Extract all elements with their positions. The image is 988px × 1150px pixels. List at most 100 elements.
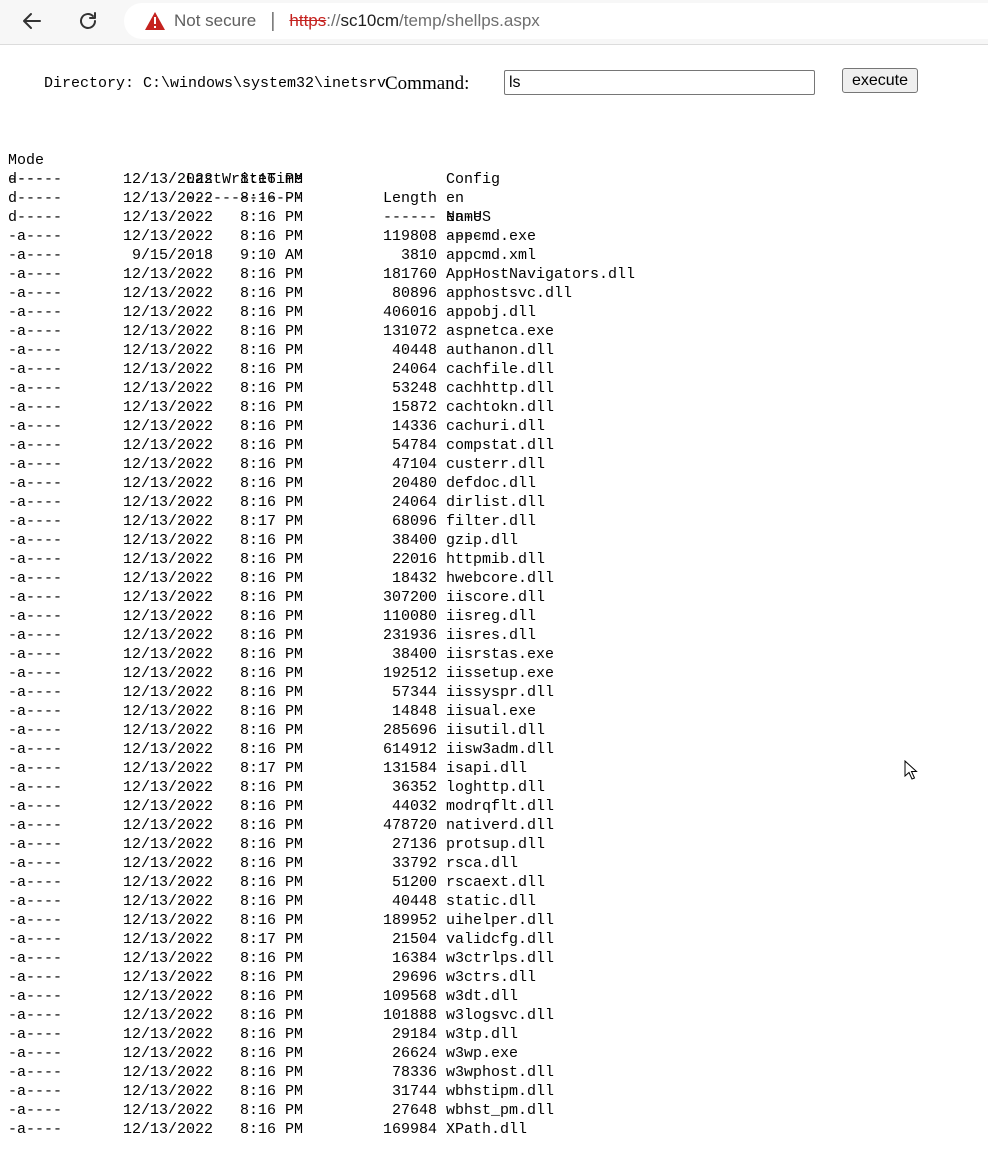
cell-date: 12/13/2022 <box>122 665 213 682</box>
table-row: -a---- 12/13/2022 8:16 PM 29184 w3tp.dll <box>8 1025 518 1044</box>
cell-name: validcfg.dll <box>446 931 555 948</box>
cell-name: appcmd.xml <box>446 247 537 264</box>
table-row: d----- 12/13/2022 8:16 PM en <box>8 189 464 208</box>
cell-length: 307200 <box>382 589 437 606</box>
cell-name: nativerd.dll <box>446 817 555 834</box>
cell-date: 12/13/2022 <box>122 646 213 663</box>
cell-date: 12/13/2022 <box>122 608 213 625</box>
cell-name: isapi.dll <box>446 760 528 777</box>
cell-length: 29184 <box>391 1026 437 1043</box>
cell-length: 16384 <box>391 950 437 967</box>
cell-length: 406016 <box>382 304 437 321</box>
cell-mode: -a---- <box>8 532 63 549</box>
back-button[interactable] <box>14 4 50 38</box>
cell-date: 12/13/2022 <box>122 817 213 834</box>
back-arrow-icon <box>23 13 41 29</box>
cell-length: 131072 <box>382 323 437 340</box>
cell-date: 12/13/2022 <box>122 209 213 226</box>
cell-date: 12/13/2022 <box>122 798 213 815</box>
table-row: -a---- 12/13/2022 8:16 PM 614912 iisw3adm.dl… <box>8 740 554 759</box>
cell-length: 21504 <box>391 931 437 948</box>
cell-length: 18432 <box>391 570 437 587</box>
table-row: -a---- 12/13/2022 8:16 PM 78336 w3wphost.dll <box>8 1063 554 1082</box>
cell-mode: -a---- <box>8 437 63 454</box>
cell-name: protsup.dll <box>446 836 546 853</box>
cell-time: 8:16 PM <box>239 266 303 283</box>
cell-length: 36352 <box>391 779 437 796</box>
cell-length: 78336 <box>391 1064 437 1081</box>
cell-time: 8:16 PM <box>239 456 303 473</box>
table-row: -a---- 12/13/2022 8:16 PM 20480 defdoc.dll <box>8 474 536 493</box>
cell-time: 8:16 PM <box>239 893 303 910</box>
cell-length: 53248 <box>391 380 437 397</box>
cell-mode: -a---- <box>8 304 63 321</box>
cell-date: 12/13/2022 <box>122 912 213 929</box>
table-row: -a---- 12/13/2022 8:16 PM 478720 nativerd.dl… <box>8 816 554 835</box>
cell-date: 12/13/2022 <box>122 437 213 454</box>
cell-mode: -a---- <box>8 893 63 910</box>
cell-mode: -a---- <box>8 665 63 682</box>
cell-mode: -a---- <box>8 988 63 1005</box>
cell-time: 8:16 PM <box>239 684 303 701</box>
cell-length: 24064 <box>391 494 437 511</box>
underline-length: ------ <box>382 209 437 226</box>
cell-length: 33792 <box>391 855 437 872</box>
cell-mode: -a---- <box>8 1121 63 1138</box>
cell-name: iisrstas.exe <box>446 646 555 663</box>
reload-button[interactable] <box>70 4 106 38</box>
cell-length: 285696 <box>382 722 437 739</box>
command-input[interactable] <box>504 70 815 95</box>
cell-name: loghttp.dll <box>446 779 546 796</box>
cell-length: 38400 <box>391 646 437 663</box>
cell-date: 12/13/2022 <box>122 323 213 340</box>
table-row: -a---- 12/13/2022 8:16 PM 24064 cachfile.dll <box>8 360 554 379</box>
cell-time: 8:16 PM <box>239 741 303 758</box>
cell-name: wbhst_pm.dll <box>446 1102 555 1119</box>
cell-name: iiscore.dll <box>446 589 546 606</box>
cell-name: cachfile.dll <box>446 361 555 378</box>
cell-mode: -a---- <box>8 361 63 378</box>
cell-date: 12/13/2022 <box>122 285 213 302</box>
cell-time: 8:16 PM <box>239 1121 303 1138</box>
cell-name: en <box>446 190 465 207</box>
cell-time: 8:16 PM <box>239 627 303 644</box>
cell-mode: -a---- <box>8 247 63 264</box>
cell-mode: -a---- <box>8 950 63 967</box>
cell-name: iissetup.exe <box>446 665 555 682</box>
table-row: -a---- 12/13/2022 8:16 PM 14336 cachuri.dll <box>8 417 545 436</box>
cell-length: 14336 <box>391 418 437 435</box>
cell-date: 12/13/2022 <box>122 779 213 796</box>
cell-name: appcmd.exe <box>446 228 537 245</box>
table-row: -a---- 12/13/2022 8:16 PM 22016 httpmib.dll <box>8 550 545 569</box>
cell-mode: -a---- <box>8 456 63 473</box>
table-row: -a---- 12/13/2022 8:16 PM 26624 w3wp.exe <box>8 1044 518 1063</box>
table-row: -a---- 12/13/2022 8:17 PM 21504 validcfg.dll <box>8 930 554 949</box>
cell-length: 27136 <box>391 836 437 853</box>
cell-name: w3tp.dll <box>446 1026 519 1043</box>
cell-mode: -a---- <box>8 703 63 720</box>
directory-label: Directory: C:\windows\system32\inetsrv <box>44 75 387 92</box>
cell-length: 22016 <box>391 551 437 568</box>
table-row: -a---- 12/13/2022 8:16 PM 31744 wbhstipm.dll <box>8 1082 554 1101</box>
cell-time: 8:16 PM <box>239 836 303 853</box>
cell-date: 12/13/2022 <box>122 513 213 530</box>
cell-date: 12/13/2022 <box>122 703 213 720</box>
cell-name: rsca.dll <box>446 855 519 872</box>
cell-time: 8:16 PM <box>239 437 303 454</box>
cell-length: 40448 <box>391 893 437 910</box>
cell-date: 12/13/2022 <box>122 570 213 587</box>
security-status[interactable]: Not secure <box>174 11 256 31</box>
mouse-cursor-icon <box>904 760 918 780</box>
url-text[interactable]: https://sc10cm/temp/shellps.aspx <box>289 11 539 31</box>
cell-date: 12/13/2022 <box>122 456 213 473</box>
cell-date: 12/13/2022 <box>122 627 213 644</box>
cell-time: 8:16 PM <box>239 798 303 815</box>
address-bar[interactable]: Not secure | https://sc10cm/temp/shellps… <box>124 3 988 39</box>
cell-time: 8:16 PM <box>239 969 303 986</box>
execute-button[interactable]: execute <box>842 68 918 93</box>
cell-date: 12/13/2022 <box>122 722 213 739</box>
cell-mode: -a---- <box>8 1083 63 1100</box>
cell-length: 27648 <box>391 1102 437 1119</box>
cell-length: 109568 <box>382 988 437 1005</box>
cell-time: 8:16 PM <box>239 228 303 245</box>
